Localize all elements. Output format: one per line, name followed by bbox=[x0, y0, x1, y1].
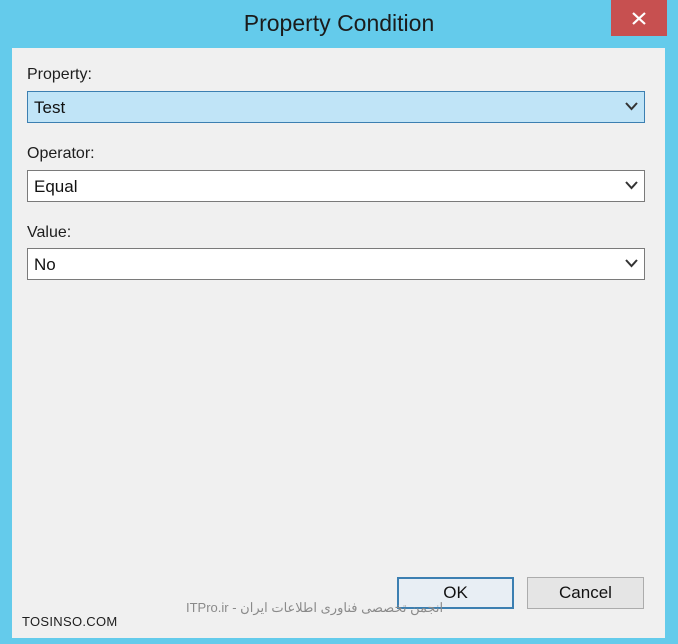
operator-value: Equal bbox=[34, 177, 78, 196]
value-label: Value: bbox=[27, 224, 72, 241]
operator-dropdown[interactable]: Equal bbox=[27, 170, 645, 202]
property-value: Test bbox=[34, 98, 66, 117]
dialog-body: Property: Test Operator: Equal Value: No… bbox=[12, 48, 665, 638]
operator-label: Operator: bbox=[27, 145, 95, 162]
value-dropdown[interactable]: No bbox=[27, 248, 645, 280]
value-value: No bbox=[34, 255, 56, 274]
chevron-down-icon bbox=[625, 259, 638, 268]
title-bar[interactable]: Property Condition bbox=[0, 0, 678, 48]
chevron-down-icon bbox=[625, 102, 638, 111]
property-label: Property: bbox=[27, 66, 92, 83]
dialog-window: Property Condition Property: Test Operat… bbox=[0, 0, 678, 644]
chevron-down-icon bbox=[625, 181, 638, 190]
close-button[interactable] bbox=[611, 0, 667, 36]
watermark-text: ITPro.ir - انجمن تخصصی فناوری اطلاعات ای… bbox=[186, 600, 444, 615]
dialog-title: Property Condition bbox=[243, 10, 435, 36]
property-dropdown[interactable]: Test bbox=[27, 91, 645, 123]
watermark-site: TOSINSO.COM bbox=[22, 614, 118, 629]
close-icon bbox=[632, 11, 646, 25]
cancel-button[interactable]: Cancel bbox=[527, 577, 644, 609]
